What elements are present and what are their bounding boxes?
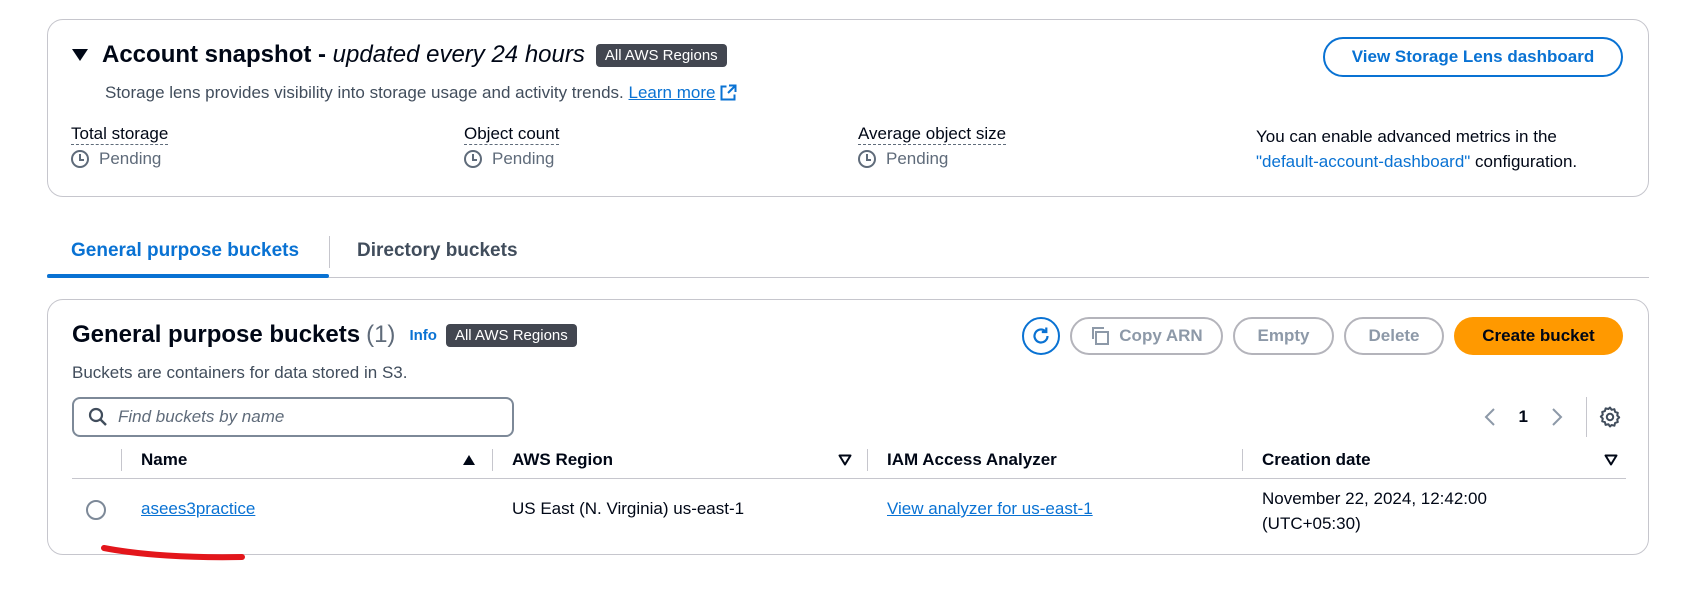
region-badge: All AWS Regions xyxy=(445,323,577,347)
settings-gear-icon xyxy=(1599,406,1621,428)
red-underline-annotation xyxy=(101,545,245,561)
buckets-count: (1) xyxy=(366,321,396,348)
pagination-divider xyxy=(1586,397,1587,437)
current-page-number[interactable]: 1 xyxy=(1519,407,1528,427)
search-input[interactable] xyxy=(118,407,498,427)
snapshot-description-text: Storage lens provides visibility into st… xyxy=(105,83,624,102)
column-divider xyxy=(121,449,122,471)
clock-icon xyxy=(71,150,89,168)
metric-label[interactable]: Total storage xyxy=(71,124,169,145)
row-select-radio[interactable] xyxy=(86,500,106,520)
snapshot-description: Storage lens provides visibility into st… xyxy=(105,83,737,103)
clock-icon xyxy=(464,150,482,168)
region-badge: All AWS Regions xyxy=(595,43,727,67)
create-bucket-button[interactable]: Create bucket xyxy=(1454,317,1623,355)
metric-label[interactable]: Object count xyxy=(464,124,560,145)
metric-label[interactable]: Average object size xyxy=(858,124,1007,145)
metric-object-count: Object count Pending xyxy=(464,124,560,169)
copy-arn-button[interactable]: Copy ARN xyxy=(1070,317,1223,355)
buckets-title: General purpose buckets xyxy=(72,321,361,348)
empty-button[interactable]: Empty xyxy=(1233,317,1334,355)
table-row[interactable]: asees3practice US East (N. Virginia) us-… xyxy=(72,480,1626,550)
info-link[interactable]: Info xyxy=(409,327,437,344)
pagination: 1 xyxy=(1475,397,1623,437)
buckets-header: General purpose buckets (1) Info All AWS… xyxy=(72,321,577,349)
column-divider xyxy=(492,449,493,471)
sort-descending-icon[interactable] xyxy=(1604,454,1618,466)
delete-button[interactable]: Delete xyxy=(1344,317,1444,355)
bucket-region: US East (N. Virginia) us-east-1 xyxy=(512,499,745,518)
search-field[interactable] xyxy=(72,397,514,437)
tab-directory-buckets[interactable]: Directory buckets xyxy=(357,240,518,262)
next-page-button[interactable] xyxy=(1542,402,1572,432)
snapshot-header[interactable]: Account snapshot - updated every 24 hour… xyxy=(72,41,727,69)
creation-date-line1: November 22, 2024, 12:42:00 xyxy=(1262,489,1487,508)
copy-arn-label: Copy ARN xyxy=(1119,326,1203,345)
snapshot-title: Account snapshot - updated every 24 hour… xyxy=(102,41,585,69)
bucket-type-tabs: General purpose buckets Directory bucket… xyxy=(47,232,1649,278)
table-header: Name AWS Region IAM Access Analyzer Crea… xyxy=(72,440,1626,479)
sort-descending-icon[interactable] xyxy=(838,454,852,466)
general-purpose-buckets-panel: General purpose buckets (1) Info All AWS… xyxy=(47,299,1649,555)
metric-value-text: Pending xyxy=(99,149,162,168)
previous-page-button[interactable] xyxy=(1475,402,1505,432)
metric-average-object-size: Average object size Pending xyxy=(858,124,1007,169)
column-header-name[interactable]: Name xyxy=(141,450,187,470)
chevron-left-icon xyxy=(1484,408,1495,426)
metric-value: Pending xyxy=(464,149,559,169)
chevron-right-icon xyxy=(1552,408,1563,426)
creation-date-line2: (UTC+05:30) xyxy=(1262,514,1361,533)
bucket-name-link[interactable]: asees3practice xyxy=(141,499,255,519)
advanced-note-line2: "default-account-dashboard" configuratio… xyxy=(1256,149,1577,174)
learn-more-link[interactable]: Learn more xyxy=(629,83,738,102)
metric-value: Pending xyxy=(71,149,168,169)
table-preferences-button[interactable] xyxy=(1597,404,1623,430)
account-snapshot-panel: Account snapshot - updated every 24 hour… xyxy=(47,19,1649,197)
sort-ascending-icon[interactable] xyxy=(463,455,475,465)
column-divider xyxy=(867,449,868,471)
refresh-button[interactable] xyxy=(1022,317,1060,355)
learn-more-label: Learn more xyxy=(628,83,716,102)
snapshot-title-sub: updated every 24 hours xyxy=(332,41,585,68)
view-storage-lens-dashboard-button[interactable]: View Storage Lens dashboard xyxy=(1323,37,1623,77)
metric-value-text: Pending xyxy=(492,149,555,168)
buckets-description: Buckets are containers for data stored i… xyxy=(72,363,408,382)
bucket-actions: Copy ARN Empty Delete Create bucket xyxy=(1022,317,1623,355)
advanced-metrics-note: You can enable advanced metrics in the "… xyxy=(1256,124,1577,174)
active-tab-indicator xyxy=(47,274,329,278)
bucket-creation-date: November 22, 2024, 12:42:00 (UTC+05:30) xyxy=(1262,486,1487,536)
search-icon xyxy=(88,407,107,426)
advanced-note-suffix: configuration. xyxy=(1470,152,1578,171)
metric-total-storage: Total storage Pending xyxy=(71,124,169,169)
metric-value-text: Pending xyxy=(886,149,949,168)
caret-down-icon[interactable] xyxy=(72,49,88,61)
copy-icon xyxy=(1092,327,1110,345)
column-header-iam-access-analyzer[interactable]: IAM Access Analyzer xyxy=(887,450,1057,470)
dashboard-config-link[interactable]: "default-account-dashboard" xyxy=(1256,152,1470,171)
clock-icon xyxy=(858,150,876,168)
external-link-icon xyxy=(720,84,737,101)
snapshot-title-main: Account snapshot - xyxy=(102,41,333,68)
refresh-icon xyxy=(1033,327,1049,344)
metric-value: Pending xyxy=(858,149,1006,169)
column-header-aws-region[interactable]: AWS Region xyxy=(512,450,613,470)
tab-divider xyxy=(329,236,330,268)
tab-general-purpose-buckets[interactable]: General purpose buckets xyxy=(71,240,299,262)
view-analyzer-link[interactable]: View analyzer for us-east-1 xyxy=(887,499,1093,519)
advanced-note-line1: You can enable advanced metrics in the xyxy=(1256,127,1557,146)
column-divider xyxy=(1242,449,1243,471)
column-header-creation-date[interactable]: Creation date xyxy=(1262,450,1371,470)
